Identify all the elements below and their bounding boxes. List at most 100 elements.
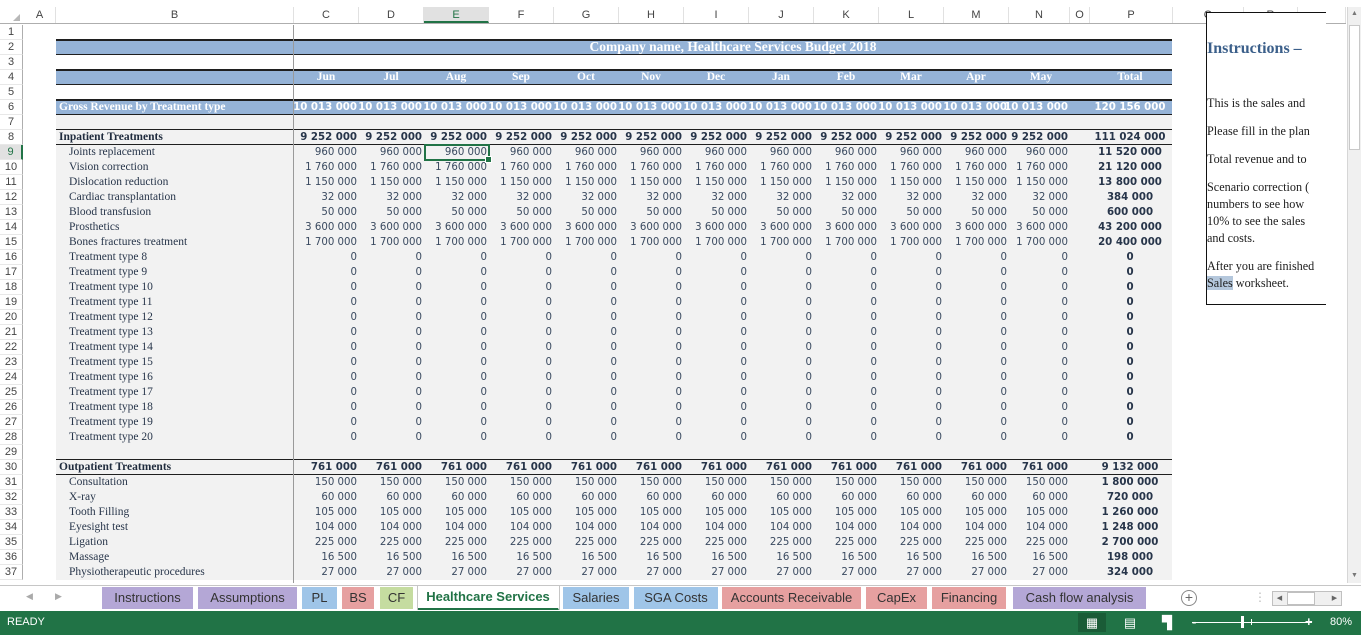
- treatment-month-value[interactable]: 0: [683, 310, 747, 325]
- treatment-month-value[interactable]: 1 760 000: [878, 160, 942, 175]
- treatment-label[interactable]: Treatment type 9: [69, 265, 147, 280]
- treatment-month-value[interactable]: 0: [488, 370, 552, 385]
- treatment-month-value[interactable]: 50 000: [618, 205, 682, 220]
- treatment-month-value[interactable]: 0: [748, 385, 812, 400]
- outpatient-month-total[interactable]: 761 000: [293, 460, 357, 475]
- instructions-textbox[interactable]: Instructions – This is the sales and Ple…: [1206, 12, 1326, 305]
- treatment-month-value[interactable]: 1 700 000: [488, 235, 552, 250]
- treatment-month-value[interactable]: 1 760 000: [293, 160, 357, 175]
- treatment-month-value[interactable]: 16 500: [878, 550, 942, 565]
- treatment-month-value[interactable]: 0: [748, 325, 812, 340]
- worksheet-grid[interactable]: Company name, Healthcare Services Budget…: [24, 25, 1346, 583]
- treatment-month-value[interactable]: 0: [358, 370, 422, 385]
- treatment-month-value[interactable]: 0: [293, 355, 357, 370]
- gross-revenue-month-value[interactable]: 10 013 000: [1004, 100, 1068, 115]
- treatment-month-value[interactable]: 0: [618, 340, 682, 355]
- treatment-month-value[interactable]: 1 150 000: [618, 175, 682, 190]
- treatment-total[interactable]: 384 000: [1080, 190, 1180, 205]
- outpatient-month-total[interactable]: 761 000: [748, 460, 812, 475]
- treatment-month-value[interactable]: 0: [813, 295, 877, 310]
- treatment-month-value[interactable]: 0: [813, 385, 877, 400]
- treatment-total[interactable]: 0: [1080, 400, 1180, 415]
- treatment-month-value[interactable]: 0: [553, 355, 617, 370]
- treatment-month-value[interactable]: 150 000: [553, 475, 617, 490]
- treatment-month-value[interactable]: 0: [683, 370, 747, 385]
- treatment-month-value[interactable]: 0: [423, 265, 487, 280]
- treatment-month-value[interactable]: 0: [488, 265, 552, 280]
- treatment-month-value[interactable]: 0: [488, 310, 552, 325]
- treatment-month-value[interactable]: 104 000: [683, 520, 747, 535]
- treatment-month-value[interactable]: 0: [813, 430, 877, 445]
- treatment-month-value[interactable]: 150 000: [748, 475, 812, 490]
- horizontal-scrollbar[interactable]: ◀ ▶: [1272, 591, 1342, 606]
- treatment-month-value[interactable]: 0: [618, 385, 682, 400]
- treatment-month-value[interactable]: 3 600 000: [878, 220, 942, 235]
- gross-revenue-month-value[interactable]: 10 013 000: [943, 100, 1007, 115]
- treatment-month-value[interactable]: 104 000: [618, 520, 682, 535]
- row-header-5[interactable]: 5: [0, 85, 23, 100]
- sheet-tab-salaries[interactable]: Salaries: [563, 587, 630, 609]
- treatment-month-value[interactable]: 60 000: [748, 490, 812, 505]
- treatment-month-value[interactable]: 0: [488, 250, 552, 265]
- inpatient-month-total[interactable]: 9 252 000: [748, 130, 812, 145]
- treatment-month-value[interactable]: 1 700 000: [293, 235, 357, 250]
- treatment-month-value[interactable]: 104 000: [358, 520, 422, 535]
- sheet-tab-pl[interactable]: PL: [302, 587, 338, 609]
- treatment-month-value[interactable]: 27 000: [423, 565, 487, 580]
- outpatient-month-total[interactable]: 761 000: [618, 460, 682, 475]
- treatment-month-value[interactable]: 0: [943, 400, 1007, 415]
- treatment-month-value[interactable]: 60 000: [878, 490, 942, 505]
- treatment-month-value[interactable]: 0: [358, 355, 422, 370]
- treatment-month-value[interactable]: 1 150 000: [553, 175, 617, 190]
- column-header-o[interactable]: O: [1070, 7, 1090, 23]
- inpatient-month-total[interactable]: 9 252 000: [813, 130, 877, 145]
- treatment-month-value[interactable]: 0: [813, 280, 877, 295]
- treatment-month-value[interactable]: 0: [878, 430, 942, 445]
- treatment-month-value[interactable]: 50 000: [423, 205, 487, 220]
- treatment-month-value[interactable]: 960 000: [553, 145, 617, 160]
- treatment-label[interactable]: Treatment type 15: [69, 355, 153, 370]
- treatment-total[interactable]: 0: [1080, 310, 1180, 325]
- treatment-month-value[interactable]: 0: [1004, 280, 1068, 295]
- column-header-c[interactable]: C: [294, 7, 359, 23]
- treatment-month-value[interactable]: 0: [878, 370, 942, 385]
- row-header-3[interactable]: 3: [0, 55, 23, 70]
- row-header-10[interactable]: 10: [0, 160, 23, 175]
- treatment-total[interactable]: 0: [1080, 325, 1180, 340]
- outpatient-month-total[interactable]: 761 000: [488, 460, 552, 475]
- treatment-month-value[interactable]: 0: [1004, 265, 1068, 280]
- treatment-total[interactable]: 0: [1080, 265, 1180, 280]
- treatment-total[interactable]: 0: [1080, 385, 1180, 400]
- treatment-month-value[interactable]: 0: [748, 310, 812, 325]
- treatment-label[interactable]: Consultation: [69, 475, 128, 490]
- treatment-month-value[interactable]: 0: [813, 250, 877, 265]
- column-header-e[interactable]: E: [424, 7, 489, 23]
- sheet-tab-healthcare-services[interactable]: Healthcare Services: [418, 586, 559, 610]
- treatment-month-value[interactable]: 0: [1004, 325, 1068, 340]
- treatment-month-value[interactable]: 0: [1004, 310, 1068, 325]
- treatment-month-value[interactable]: 0: [943, 280, 1007, 295]
- treatment-month-value[interactable]: 0: [748, 400, 812, 415]
- treatment-month-value[interactable]: 0: [1004, 385, 1068, 400]
- treatment-month-value[interactable]: 16 500: [423, 550, 487, 565]
- treatment-label[interactable]: X-ray: [69, 490, 96, 505]
- treatment-month-value[interactable]: 0: [813, 355, 877, 370]
- treatment-month-value[interactable]: 225 000: [618, 535, 682, 550]
- treatment-label[interactable]: Treatment type 11: [69, 295, 152, 310]
- zoom-slider-thumb[interactable]: [1241, 616, 1244, 628]
- treatment-month-value[interactable]: 960 000: [943, 145, 1007, 160]
- treatment-month-value[interactable]: 16 500: [358, 550, 422, 565]
- treatment-month-value[interactable]: 0: [423, 325, 487, 340]
- sheet-tab-sga-costs[interactable]: SGA Costs: [634, 587, 719, 609]
- row-header-27[interactable]: 27: [0, 415, 23, 430]
- treatment-month-value[interactable]: 105 000: [683, 505, 747, 520]
- treatment-month-value[interactable]: 0: [293, 400, 357, 415]
- treatment-total[interactable]: 198 000: [1080, 550, 1180, 565]
- treatment-month-value[interactable]: 0: [358, 400, 422, 415]
- treatment-month-value[interactable]: 1 150 000: [813, 175, 877, 190]
- treatment-month-value[interactable]: 1 150 000: [748, 175, 812, 190]
- treatment-month-value[interactable]: 105 000: [618, 505, 682, 520]
- treatment-month-value[interactable]: 1 150 000: [683, 175, 747, 190]
- treatment-month-value[interactable]: 0: [683, 430, 747, 445]
- treatment-month-value[interactable]: 0: [488, 340, 552, 355]
